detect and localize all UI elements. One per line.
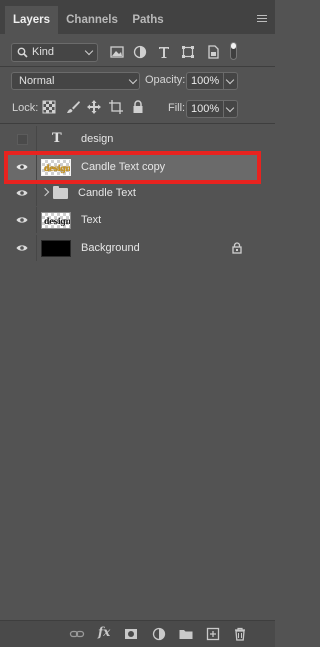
layers-bottom-toolbar: fx [0,620,275,647]
lock-icon[interactable] [232,242,242,254]
panel-menu-icon[interactable] [257,15,267,23]
visibility-toggle[interactable] [6,126,36,152]
layer-thumbnail [41,240,71,257]
smart-object-filter-icon[interactable] [205,44,221,60]
fill-label: Fill: [168,102,186,114]
visibility-toggle[interactable] [6,207,36,233]
layer-row-background[interactable]: Background [6,235,260,261]
blend-mode-value: Normal [19,75,55,87]
layers-panel: Layers Channels Paths Kind Normal Opacit… [0,0,275,647]
shape-filter-icon[interactable] [180,44,196,60]
fill-field[interactable]: 100% [186,100,224,118]
folder-icon [53,186,68,199]
fill-value: 100% [191,103,220,115]
blend-mode-select[interactable]: Normal [11,72,140,90]
selection-highlight-box [4,151,261,184]
opacity-value: 100% [191,75,220,87]
lock-image-pixels-icon[interactable] [65,99,81,115]
layer-name: Candle Text [78,187,136,199]
chevron-down-icon [225,75,235,85]
eye-icon [16,217,28,223]
link-icon[interactable] [69,626,85,642]
eye-icon [16,245,28,251]
layer-name: Text [81,214,102,226]
tab-channels[interactable]: Channels [58,6,126,34]
layer-thumbnail: design [41,212,71,229]
filter-kind-label: Kind [32,46,55,58]
thumbnail-text: design [44,216,71,226]
visibility-toggle[interactable] [6,235,36,261]
filter-kind-select[interactable]: Kind [11,43,98,62]
lock-label: Lock: [12,102,39,114]
group-folder-icon[interactable] [178,626,194,642]
adjustment-filter-icon[interactable] [132,44,148,60]
layer-name: design [81,133,114,145]
mask-icon[interactable] [123,626,139,642]
filter-toggle[interactable] [230,42,237,60]
fill-dropdown-button[interactable] [224,100,238,118]
chevron-down-icon [128,75,138,85]
lock-transparent-pixels-icon[interactable] [42,100,56,114]
new-layer-icon[interactable] [205,626,221,642]
lock-all-icon[interactable] [130,99,146,115]
chevron-down-icon [84,46,94,56]
tab-paths[interactable]: Paths [126,6,170,34]
eye-icon [16,190,28,196]
type-layer-icon: T [52,131,62,146]
tab-layers[interactable]: Layers [5,6,58,34]
opacity-dropdown-button[interactable] [224,72,238,90]
layer-row-text[interactable]: design Text [6,207,260,233]
divider [0,123,275,124]
lock-position-icon[interactable] [86,99,102,115]
opacity-label: Opacity: [145,74,186,86]
type-filter-icon[interactable] [156,44,172,60]
chevron-right-icon[interactable] [40,187,50,197]
pixel-filter-icon[interactable] [109,44,125,60]
chevron-down-icon [225,103,235,113]
trash-icon[interactable] [232,626,248,642]
layer-name: Background [81,242,140,254]
panel-tab-bar: Layers Channels Paths [0,0,275,34]
visibility-empty-box [17,134,28,145]
opacity-field[interactable]: 100% [186,72,224,90]
layer-row-design[interactable]: T design [6,126,260,152]
divider [0,66,275,67]
search-icon [17,47,28,58]
lock-artboard-icon[interactable] [108,99,124,115]
fx-icon[interactable]: fx [98,625,110,639]
adjustment-icon[interactable] [151,626,167,642]
